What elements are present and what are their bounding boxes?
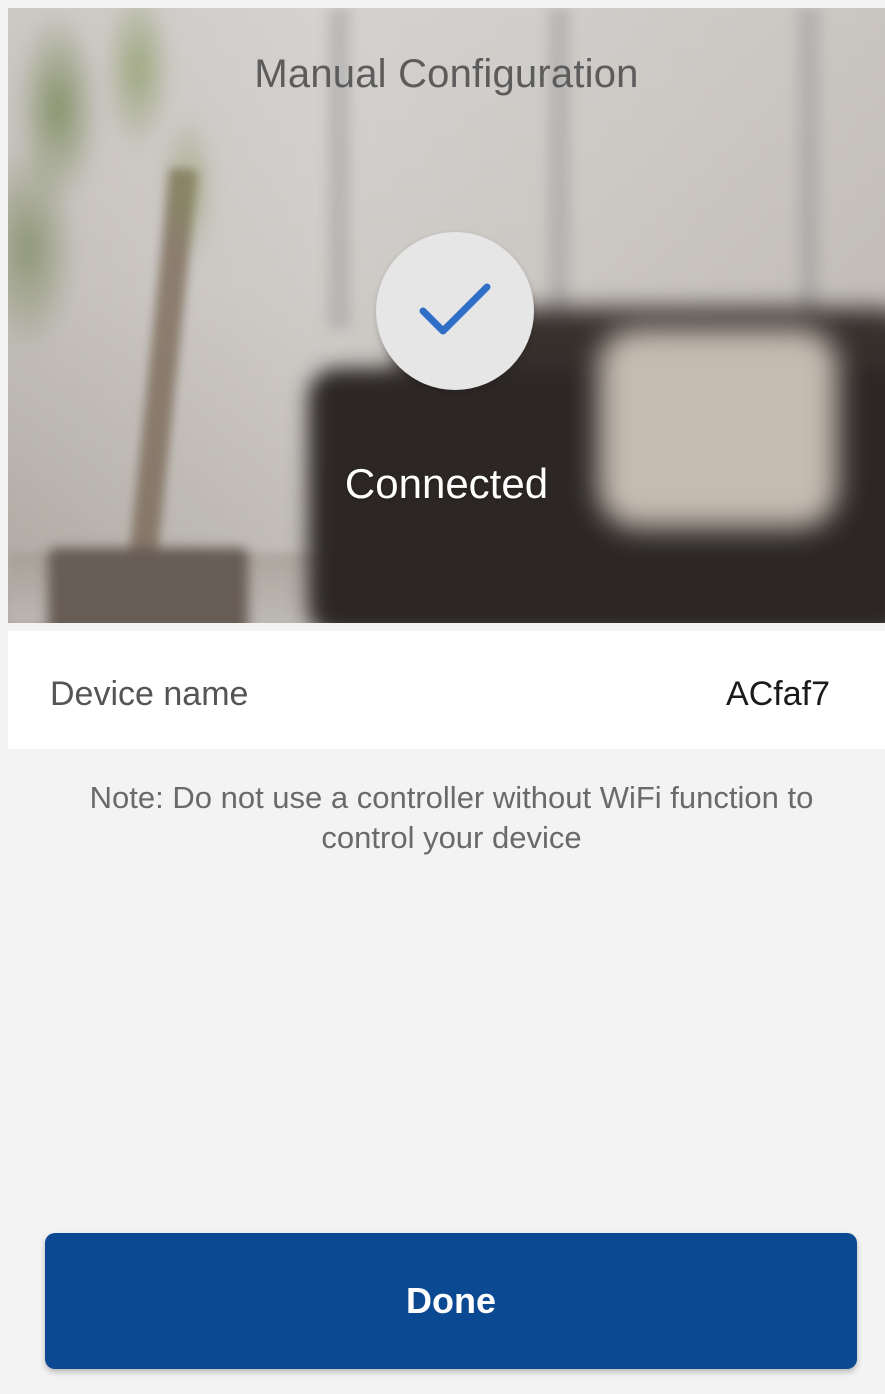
- config-screen: Manual Configuration Connected Device na…: [0, 0, 885, 1394]
- device-name-label: Device name: [50, 675, 249, 713]
- success-badge: [376, 232, 534, 390]
- note-text: Note: Do not use a controller without Wi…: [89, 780, 814, 855]
- page-title: Manual Configuration: [254, 52, 639, 96]
- check-icon: [419, 283, 491, 335]
- done-button[interactable]: Done: [45, 1233, 857, 1369]
- connection-status: Connected: [344, 460, 549, 507]
- device-name-value: ACfaf7: [726, 675, 830, 713]
- device-name-row: Device name ACfaf7: [8, 631, 885, 749]
